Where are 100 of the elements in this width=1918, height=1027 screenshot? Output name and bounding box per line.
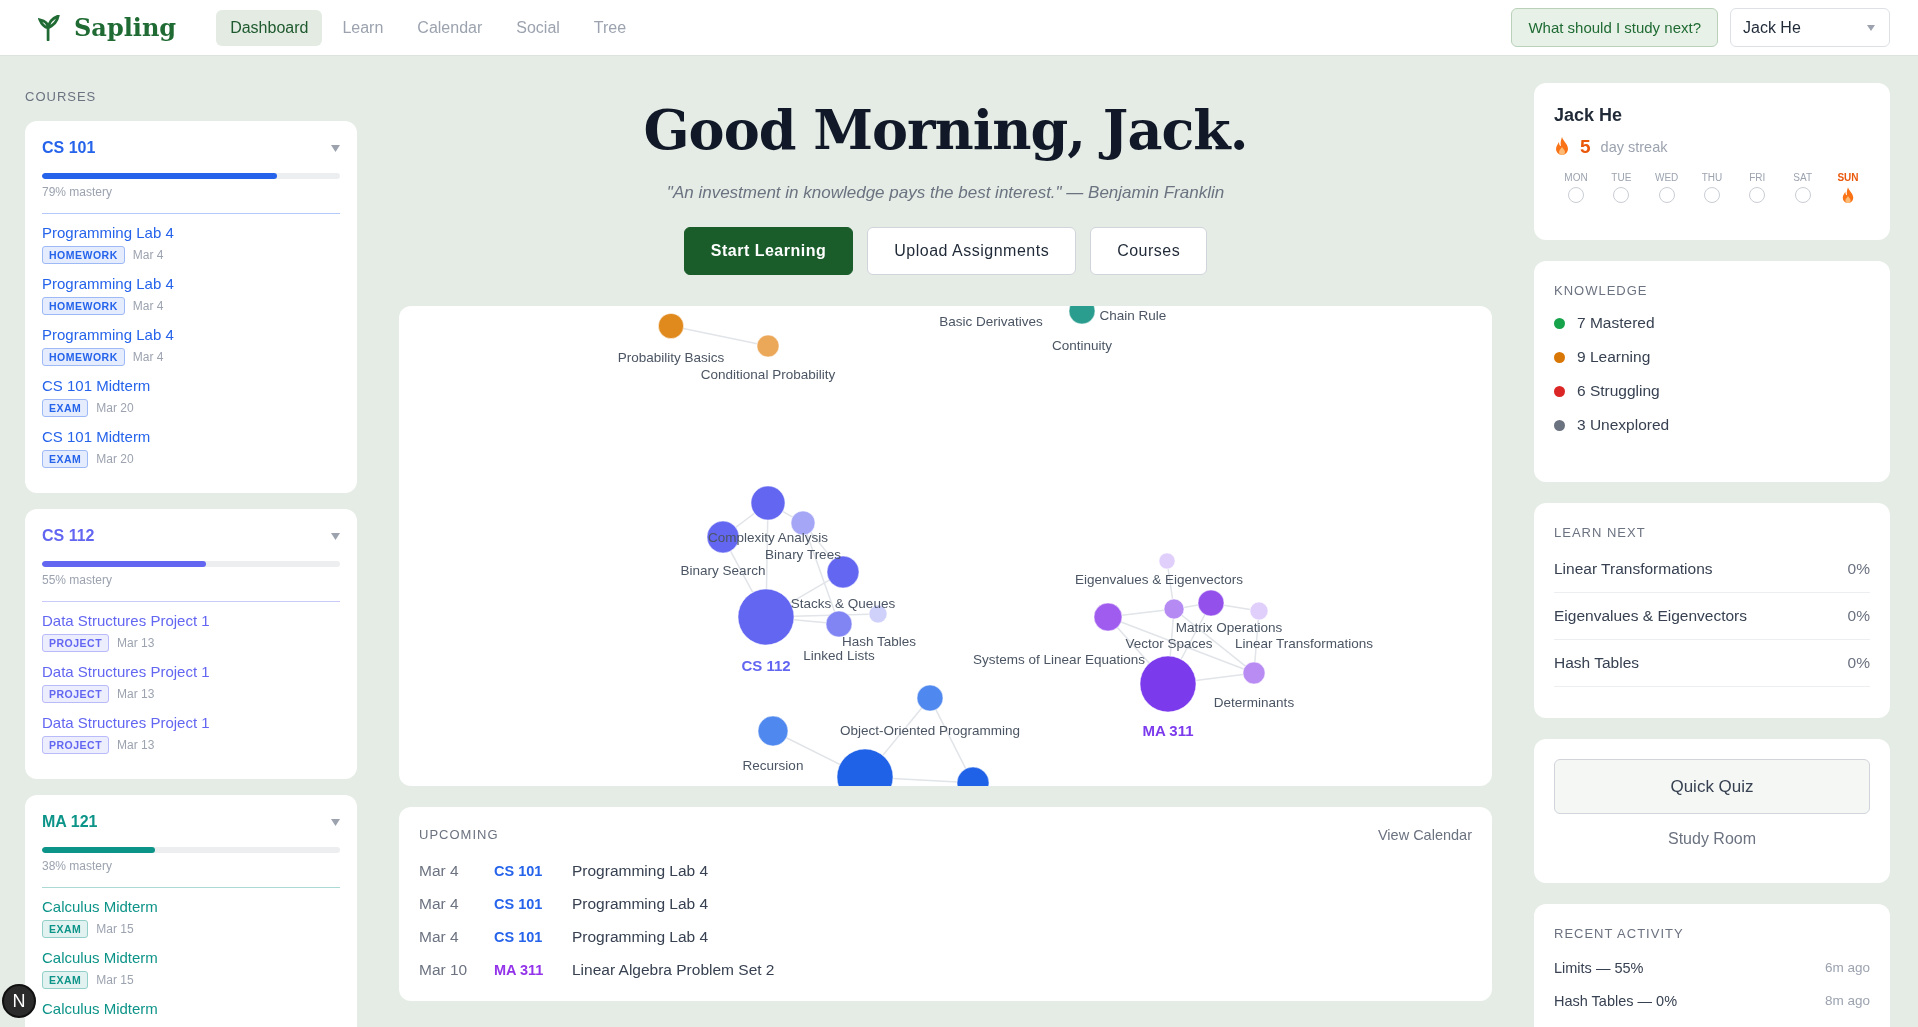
due-date: Mar 20 [96, 401, 134, 415]
graph-edge [1223, 604, 1251, 611]
due-date: Mar 20 [96, 452, 134, 466]
graph-node[interactable] [956, 766, 990, 786]
assignment-tag: HOMEWORK [42, 246, 125, 264]
node-label: Stacks & Queues [790, 595, 896, 611]
view-calendar-link[interactable]: View Calendar [1377, 826, 1472, 843]
study-room-link[interactable]: Study Room [1667, 830, 1756, 848]
flame-icon [1840, 187, 1855, 205]
topic-name[interactable]: Eigenvalues & Eigenvectors [1554, 607, 1747, 625]
topic-name[interactable]: Hash Tables [1554, 654, 1639, 672]
topic-percent-text: 0% [1847, 654, 1870, 672]
node-label: Basic Derivatives [939, 313, 1043, 329]
assignment-link[interactable]: Calculus Midterm [42, 949, 158, 966]
quote-text: "An investment in knowledge pays the best interest." — Benjamin Franklin [666, 182, 1225, 203]
section-heading: UPCOMING [419, 826, 499, 843]
graph-edge [1195, 673, 1244, 681]
graph-edge [1121, 609, 1165, 616]
due-date: Mar 15 [96, 973, 134, 987]
assignment-tag: PROJECT [42, 736, 110, 754]
graph-node[interactable] [750, 485, 786, 521]
user-select[interactable]: Jack He [1730, 8, 1890, 47]
quick-quiz-button[interactable]: Quick Quiz [1554, 759, 1870, 814]
graph-node[interactable] [916, 684, 944, 712]
node-label: Binary Search [680, 562, 766, 578]
weekday-label: WED [1655, 172, 1679, 183]
graph-node[interactable] [825, 610, 853, 638]
activity-text: Limits — 55% [1554, 959, 1644, 976]
graph-node[interactable] [756, 334, 780, 358]
event-date: Mar 4 [419, 862, 460, 881]
knowledge-count: 7 Mastered [1577, 314, 1655, 332]
assignment-link[interactable]: Programming Lab 4 [42, 224, 174, 241]
greeting-heading: Good Morning, Jack. [643, 98, 1248, 163]
course-title[interactable]: CS 112 [42, 527, 95, 545]
caret-icon [1867, 24, 1875, 31]
caret-icon[interactable] [331, 818, 340, 826]
graph-node[interactable] [1249, 601, 1269, 621]
assignment-link[interactable]: Programming Lab 4 [42, 275, 174, 292]
knowledge-count: 9 Learning [1577, 348, 1651, 366]
graph-node[interactable] [1197, 589, 1225, 617]
node-label: Eigenvalues & Eigenvectors [1074, 571, 1244, 587]
graph-node[interactable] [836, 748, 894, 786]
flame-icon [1554, 137, 1570, 157]
graph-node[interactable] [1163, 598, 1185, 620]
graph-node[interactable] [1093, 602, 1123, 632]
node-label: CS 112 [741, 656, 791, 674]
topic-percent-text: 0% [1847, 607, 1870, 625]
node-label: Systems of Linear Equations [973, 651, 1145, 667]
action-button[interactable]: Upload Assignments [867, 226, 1077, 275]
assignment-link[interactable]: CS 101 Midterm [42, 428, 151, 445]
assignment-tag: HOMEWORK [42, 348, 125, 366]
mastery-text: 55% mastery [42, 573, 114, 587]
start-learning-button[interactable]: Start Learning [683, 226, 854, 275]
weekday-label: FRI [1749, 172, 1766, 183]
assignment-link[interactable]: Data Structures Project 1 [42, 714, 210, 731]
due-date: Mar 13 [117, 687, 155, 701]
user-name: Jack He [1554, 105, 1624, 126]
action-button[interactable]: Courses [1090, 226, 1208, 275]
course-title[interactable]: MA 121 [42, 813, 98, 831]
streak-label: day streak [1600, 139, 1668, 155]
node-label: Chain Rule [1099, 307, 1167, 323]
graph-node[interactable] [1068, 305, 1096, 325]
graph-node[interactable] [1158, 552, 1176, 570]
event-date: Mar 4 [419, 928, 460, 947]
event-title[interactable]: Linear Algebra Problem Set 2 [572, 961, 775, 980]
graph-node[interactable] [657, 312, 685, 339]
caret-icon[interactable] [331, 532, 340, 540]
node-label: Object-Oriented Programming [839, 722, 1021, 738]
graph-node[interactable] [1242, 661, 1266, 685]
assignment-link[interactable]: Programming Lab 4 [42, 326, 174, 343]
course-code: CS 101 [494, 863, 544, 880]
node-label: Matrix Operations [1175, 619, 1283, 635]
graph-node[interactable] [757, 715, 789, 747]
event-date: Mar 10 [419, 961, 469, 980]
event-title[interactable]: Programming Lab 4 [572, 928, 709, 947]
app-logo[interactable]: Sapling [74, 13, 177, 42]
dev-badge[interactable]: N [2, 984, 36, 1018]
caret-icon[interactable] [331, 144, 340, 152]
node-label: Hash Tables [842, 633, 916, 649]
section-heading: KNOWLEDGE [1554, 283, 1649, 298]
assignment-link[interactable]: Calculus Midterm [42, 898, 158, 915]
streak-count: 5 [1580, 136, 1591, 158]
weekday-label: MON [1564, 172, 1588, 183]
sprout-icon [38, 14, 60, 41]
course-title[interactable]: CS 101 [42, 139, 96, 157]
assignment-tag: EXAM [42, 920, 89, 938]
weekday-label: TUE [1611, 172, 1632, 183]
nav-tab[interactable]: Dashboard [216, 9, 323, 46]
node-label: Continuity [1052, 337, 1112, 353]
event-title[interactable]: Programming Lab 4 [572, 862, 709, 881]
event-title[interactable]: Programming Lab 4 [572, 895, 709, 914]
assignment-link[interactable]: Data Structures Project 1 [42, 663, 210, 680]
assignment-link[interactable]: Data Structures Project 1 [42, 612, 210, 629]
assignment-link[interactable]: Calculus Midterm [42, 1000, 158, 1017]
topic-name[interactable]: Linear Transformations [1554, 560, 1713, 578]
due-date: Mar 4 [132, 248, 164, 262]
assignment-link[interactable]: CS 101 Midterm [42, 377, 151, 394]
assignment-tag: PROJECT [42, 634, 110, 652]
course-code: CS 101 [494, 929, 544, 946]
study-suggestion-button[interactable]: What should I study next? [1511, 8, 1718, 47]
